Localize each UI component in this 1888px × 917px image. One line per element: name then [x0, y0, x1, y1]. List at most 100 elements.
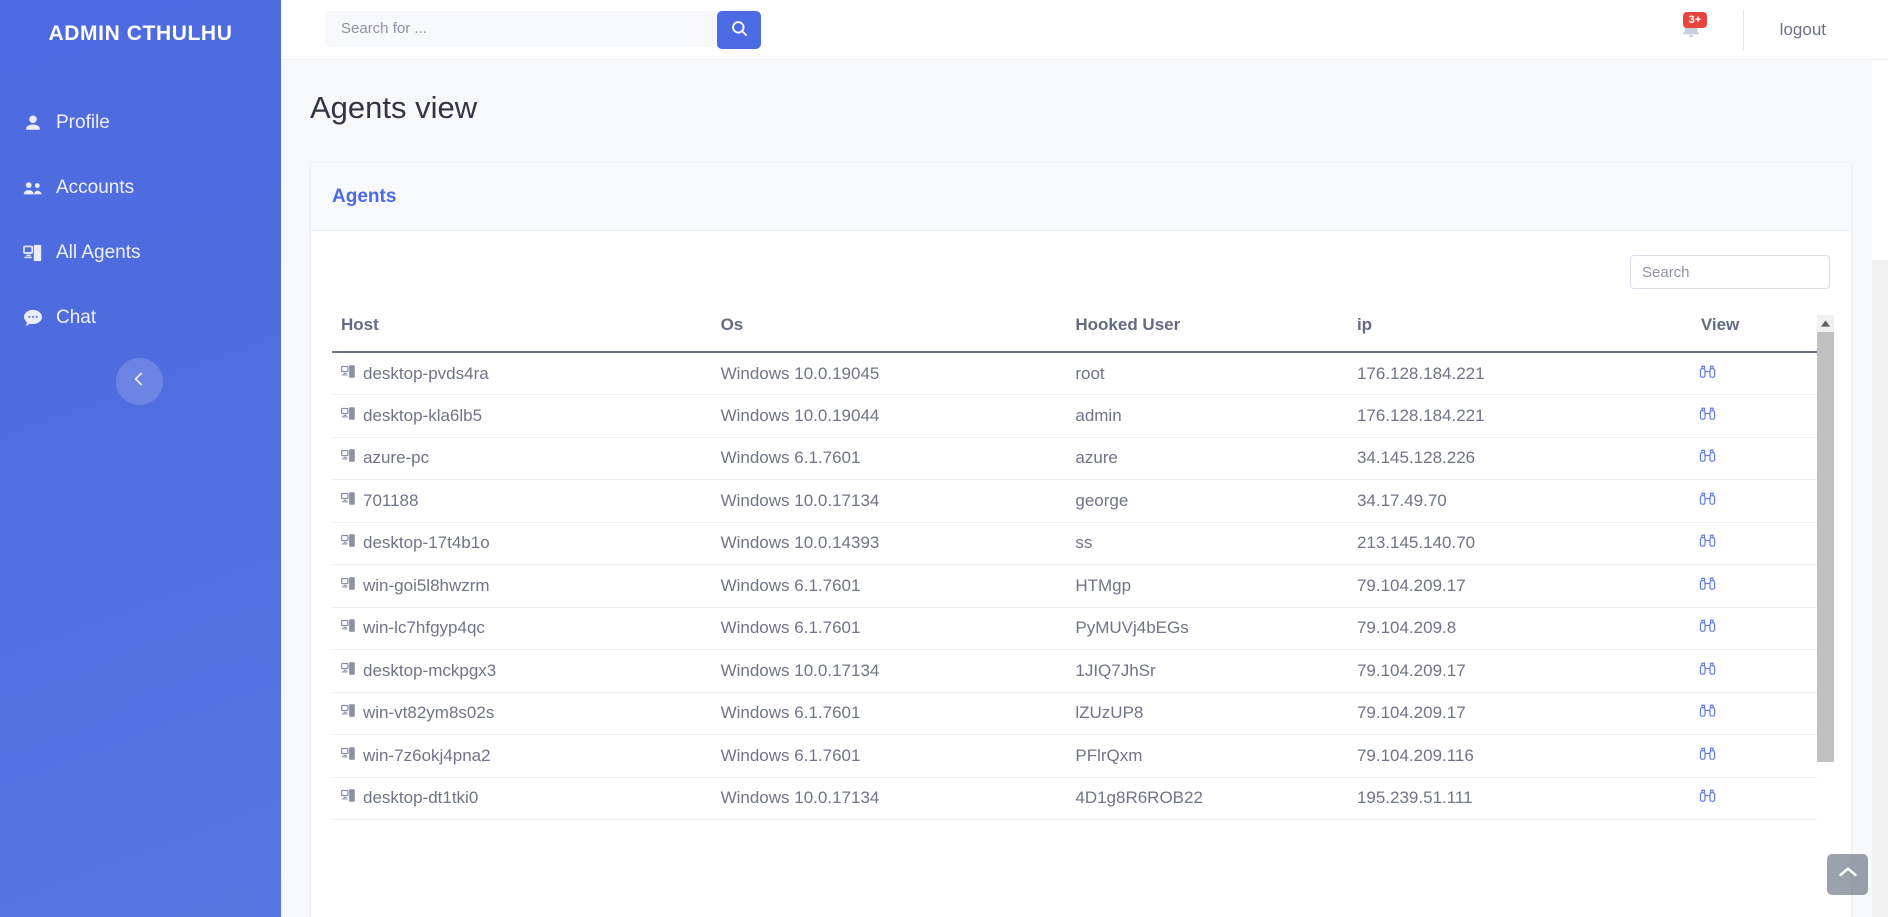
host-label: desktop-kla6lb5 [363, 405, 483, 425]
scroll-to-top-button[interactable] [1827, 854, 1868, 895]
cell-os: Windows 6.1.7601 [720, 734, 1076, 778]
binoculars-icon[interactable] [1699, 787, 1716, 804]
desktop-tower-icon [341, 491, 356, 511]
cell-host: win-vt82ym8s02s [332, 692, 721, 735]
cell-host: desktop-mckpgx3 [332, 649, 721, 693]
sidebar-item-profile[interactable]: Profile [0, 90, 281, 155]
table-row[interactable]: desktop-pvds4ra Windows 10.0.19045 root 176… [332, 352, 1830, 395]
cell-os: Windows 10.0.17134 [720, 777, 1076, 820]
cell-view [1694, 437, 1830, 480]
sidebar-item-label: Profile [56, 111, 110, 133]
host-label: desktop-mckpgx3 [363, 660, 497, 680]
cell-hooked-user: PyMUVj4bEGs [1075, 607, 1357, 650]
cell-view [1694, 352, 1830, 395]
card-title: Agents [332, 185, 397, 207]
sidebar: ADMIN CTHULHU Profile Accounts All Agent… [0, 0, 281, 917]
table-row[interactable]: win-vt82ym8s02s Windows 6.1.7601 lZUzUP8 79… [332, 692, 1830, 735]
cell-ip: 79.104.209.116 [1356, 734, 1695, 778]
page-scrollbar-thumb[interactable] [1872, 60, 1888, 260]
table-body: desktop-pvds4ra Windows 10.0.19045 root 176… [332, 352, 1830, 820]
global-search [325, 10, 761, 49]
sidebar-item-all-agents[interactable]: All Agents [0, 220, 281, 285]
table-row[interactable]: desktop-kla6lb5 Windows 10.0.19044 admin 17… [332, 394, 1830, 438]
binoculars-icon[interactable] [1699, 660, 1716, 677]
table-row[interactable]: desktop-mckpgx3 Windows 10.0.17134 1JIQ7Jh… [332, 649, 1830, 693]
topbar-right: 3+ logout [1671, 0, 1888, 60]
binoculars-icon[interactable] [1699, 490, 1716, 507]
column-header-os[interactable]: Os [720, 315, 1076, 353]
search-icon [730, 19, 749, 41]
cell-view [1694, 692, 1830, 735]
table-row[interactable]: desktop-dt1tki0 Windows 10.0.17134 4D1g8R6… [332, 777, 1830, 820]
users-icon [22, 177, 44, 199]
table-search-input[interactable] [1630, 255, 1830, 289]
table-row[interactable]: win-goi5l8hwzrm Windows 6.1.7601 HTMgp 79.1… [332, 564, 1830, 608]
table-row[interactable]: win-lc7hfgyp4qc Windows 6.1.7601 PyMUVj4bE… [332, 607, 1830, 650]
table-row[interactable]: azure-pc Windows 6.1.7601 azure 34.145.128.… [332, 437, 1830, 480]
binoculars-icon[interactable] [1699, 532, 1716, 549]
page-title: Agents view [310, 90, 478, 125]
cell-view [1694, 564, 1830, 608]
cell-ip: 176.128.184.221 [1356, 394, 1695, 438]
binoculars-icon[interactable] [1699, 702, 1716, 719]
binoculars-icon[interactable] [1699, 405, 1716, 422]
table-scroll-container: Host Os Hooked User ip View desktop-pvds… [332, 315, 1834, 912]
table-scrollbar-thumb[interactable] [1817, 332, 1834, 762]
page-scrollbar[interactable] [1872, 60, 1888, 917]
triangle-up-icon[interactable] [1817, 315, 1834, 332]
cell-hooked-user: azure [1075, 437, 1357, 480]
table-row[interactable]: desktop-17t4b1o Windows 10.0.14393 ss 213.1… [332, 522, 1830, 565]
cell-host: desktop-17t4b1o [332, 522, 721, 565]
cell-os: Windows 6.1.7601 [720, 607, 1076, 650]
host-label: win-goi5l8hwzrm [363, 575, 490, 595]
sidebar-item-chat[interactable]: Chat [0, 285, 281, 350]
agents-card: Agents Host Os Hooked User ip [310, 162, 1852, 917]
sidebar-nav: Profile Accounts All Agents Chat [0, 90, 281, 350]
table-row[interactable]: win-7z6okj4pna2 Windows 6.1.7601 PFlrQxm 79… [332, 734, 1830, 778]
cell-host: azure-pc [332, 437, 721, 480]
sidebar-collapse-button[interactable] [116, 358, 163, 405]
cell-hooked-user: ss [1075, 522, 1357, 565]
cell-ip: 79.104.209.17 [1356, 564, 1695, 608]
cell-view [1694, 649, 1830, 693]
notification-badge: 3+ [1682, 12, 1708, 29]
binoculars-icon[interactable] [1699, 745, 1716, 762]
cell-ip: 195.239.51.111 [1356, 777, 1695, 820]
cell-view [1694, 607, 1830, 650]
cell-hooked-user: 4D1g8R6ROB22 [1075, 777, 1357, 820]
cell-host: desktop-pvds4ra [332, 352, 721, 395]
cell-view [1694, 734, 1830, 778]
binoculars-icon[interactable] [1699, 575, 1716, 592]
desktop-tower-icon [341, 533, 356, 553]
binoculars-icon[interactable] [1699, 447, 1716, 464]
cell-os: Windows 10.0.19044 [720, 394, 1076, 438]
cell-ip: 34.145.128.226 [1356, 437, 1695, 480]
cell-ip: 213.145.140.70 [1356, 522, 1695, 565]
desktop-tower-icon [341, 788, 356, 808]
sidebar-item-label: Chat [56, 306, 97, 328]
cell-ip: 79.104.209.17 [1356, 649, 1695, 693]
cell-host: win-lc7hfgyp4qc [332, 607, 721, 650]
table-row[interactable]: 701188 Windows 10.0.17134 george 34.17.49.7… [332, 479, 1830, 523]
notifications-button[interactable]: 3+ [1671, 10, 1711, 50]
binoculars-icon[interactable] [1699, 617, 1716, 634]
table-scrollbar[interactable] [1817, 315, 1834, 912]
logout-link[interactable]: logout [1780, 20, 1826, 40]
host-label: 701188 [363, 490, 419, 510]
column-header-hooked-user[interactable]: Hooked User [1075, 315, 1357, 353]
cell-view [1694, 394, 1830, 438]
host-label: desktop-pvds4ra [363, 363, 489, 383]
sidebar-item-accounts[interactable]: Accounts [0, 155, 281, 220]
binoculars-icon[interactable] [1699, 363, 1716, 380]
main-area: 3+ logout Agents view Agents [281, 0, 1888, 917]
host-label: win-vt82ym8s02s [363, 703, 495, 723]
desktop-tower-icon [341, 703, 356, 723]
search-input[interactable] [325, 10, 720, 47]
host-label: azure-pc [363, 448, 430, 468]
column-header-ip[interactable]: ip [1356, 315, 1695, 353]
cell-hooked-user: PFlrQxm [1075, 734, 1357, 778]
cell-hooked-user: 1JIQ7JhSr [1075, 649, 1357, 693]
desktop-tower-icon [22, 242, 44, 264]
column-header-host[interactable]: Host [332, 315, 721, 353]
search-button[interactable] [717, 10, 761, 49]
